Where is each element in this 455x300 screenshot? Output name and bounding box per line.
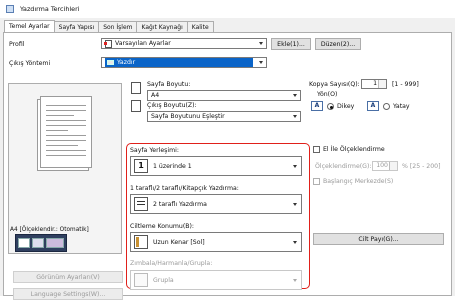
language-settings-button[interactable]: Language Settings(W)... [13, 288, 123, 300]
page-size-dropdown[interactable]: A4 [147, 90, 301, 101]
window-title: Yazdırma Tercihleri [20, 5, 80, 13]
preview-caption: A4 [Ölçeklendir.: Otomatik] [10, 227, 89, 233]
profile-value: Varsayılan Ayarlar [115, 40, 171, 47]
copies-label: Kopya Sayısı(Q): [309, 81, 360, 88]
view-settings-button[interactable]: Görünüm Ayarları(V) [13, 271, 123, 283]
landscape-label: Yatay [393, 103, 410, 110]
portrait-label: Dikey [337, 103, 355, 110]
binding-location-value: Uzun Kenar [Sol] [153, 238, 205, 246]
chevron-down-icon [259, 42, 263, 45]
chevron-down-icon [293, 279, 297, 282]
page-layout-label: Sayfa Yerleşimi: [130, 147, 179, 154]
base-point-center-label: Başlangıç Merkezde(S) [323, 178, 394, 185]
binding-icon [134, 235, 148, 249]
output-method-selection: Yazdır [105, 58, 253, 67]
copies-spinner[interactable]: 1 [361, 79, 387, 89]
portrait-icon: A [311, 101, 323, 111]
chevron-down-icon [293, 94, 297, 97]
output-method-value: Yazdır [117, 59, 136, 66]
tab-paper-source[interactable]: Kağıt Kaynağı [136, 21, 188, 32]
tab-basic-settings[interactable]: Temel Ayarlar [4, 20, 55, 32]
page-layout-dropdown[interactable]: 1 1 üzerinde 1 [130, 156, 302, 176]
tab-strip: Temel Ayarlar Sayfa Yapısı Son İşlem Kağ… [4, 20, 214, 32]
basic-settings-panel: Profil Varsayılan Ayarlar Ekle(1)... Düz… [3, 32, 452, 300]
group-icon [134, 273, 148, 287]
manual-scaling-checkbox[interactable] [313, 146, 320, 153]
chevron-down-icon [259, 61, 263, 64]
duplex-dropdown[interactable]: 2 taraflı Yazdırma [130, 194, 302, 214]
output-size-label: Çıkış Boyutu(Z): [147, 102, 197, 109]
preview-sheet-front [40, 96, 92, 168]
duplex-icon [134, 197, 148, 211]
printer-small-icon [107, 60, 114, 65]
chevron-down-icon [293, 241, 297, 244]
edit-profile-button[interactable]: Düzen(2)... [315, 38, 361, 50]
landscape-icon: A [367, 101, 379, 111]
output-size-icon [131, 100, 141, 112]
copies-range: [1 - 999] [392, 81, 419, 88]
tab-quality[interactable]: Kalite [186, 21, 214, 32]
staple-collate-value: Grupla [153, 276, 174, 284]
printer-app-icon [6, 5, 14, 13]
output-size-dropdown[interactable]: Sayfa Boyutunu Eşleştir [147, 111, 301, 122]
manual-scaling-label: El İle Ölçeklendirme [323, 146, 385, 153]
landscape-radio[interactable] [383, 103, 390, 110]
portrait-radio[interactable] [327, 103, 334, 110]
scaling-range: % [25 - 200] [402, 163, 441, 170]
page-size-value: A4 [151, 92, 160, 99]
duplex-value: 2 taraflı Yazdırma [153, 200, 207, 208]
scaling-spinner[interactable]: 100 [372, 161, 398, 171]
page-layout-icon: 1 [134, 159, 148, 173]
output-method-label: Çıkış Yöntemi [9, 60, 51, 67]
add-profile-button[interactable]: Ekle(1)... [271, 38, 311, 50]
output-method-dropdown[interactable]: Yazdır [101, 57, 267, 68]
output-size-value: Sayfa Boyutunu Eşleştir [151, 113, 225, 120]
orientation-label: Yön(O) [317, 91, 338, 98]
chevron-down-icon [293, 203, 297, 206]
gutter-button[interactable]: Cilt Payı(G)... [313, 233, 444, 245]
profile-dropdown[interactable]: Varsayılan Ayarlar [101, 38, 267, 49]
page-layout-value: 1 üzerinde 1 [153, 162, 192, 170]
staple-collate-label: Zımbala/Harmanla/Grupla: [130, 260, 213, 267]
page-size-label: Sayfa Boyutu: [147, 81, 191, 88]
scaling-label: Ölçeklendirme(G): [315, 163, 372, 170]
print-preferences-window: Yazdırma Tercihleri Temel Ayarlar Sayfa … [0, 0, 455, 300]
staple-collate-dropdown[interactable]: Grupla [130, 270, 302, 290]
tab-finishing[interactable]: Son İşlem [98, 21, 138, 32]
chevron-down-icon [293, 115, 297, 118]
tab-page-setup[interactable]: Sayfa Yapısı [53, 21, 100, 32]
duplex-label: 1 taraflı/2 taraflı/Kitapçık Yazdırma: [130, 185, 239, 192]
page-size-icon [131, 82, 141, 94]
title-bar: Yazdırma Tercihleri [0, 0, 455, 18]
profile-label: Profil [9, 41, 25, 48]
chevron-down-icon [293, 165, 297, 168]
binding-location-dropdown[interactable]: Uzun Kenar [Sol] [130, 232, 302, 252]
base-point-center-checkbox[interactable] [313, 178, 320, 185]
profile-doc-icon [104, 39, 112, 48]
printer-device-icon[interactable] [15, 234, 67, 252]
binding-location-label: Ciltleme Konumu(B): [130, 223, 194, 230]
